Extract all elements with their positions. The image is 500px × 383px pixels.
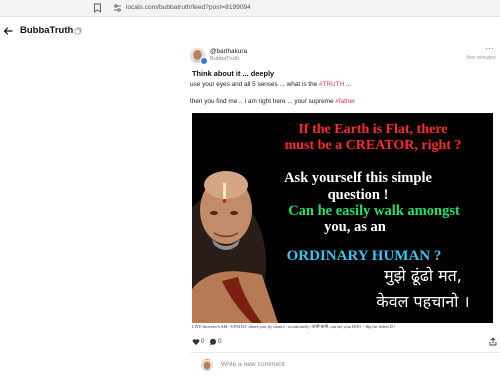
divider xyxy=(190,352,500,353)
comment-input[interactable]: Write a new comment xyxy=(221,360,285,370)
post-title: Think about it ... deeply xyxy=(192,69,275,78)
url-text[interactable]: locals.com/bubbatruth/feed?post=8199094 xyxy=(126,2,251,14)
post-timestamp: five minutes xyxy=(467,55,496,61)
heart-icon[interactable] xyxy=(192,338,200,346)
post-text: then you find me .. I am right here ... … xyxy=(190,98,336,105)
copy-link-icon[interactable] xyxy=(74,27,82,35)
image-question-3: Can he easily walk amongst xyxy=(288,203,460,219)
post-text: use your eyes and all 5 senses ... what … xyxy=(190,81,319,88)
post-card: @barthakura BubbaTruth ··· five minutes … xyxy=(188,44,500,383)
more-options-icon[interactable]: ··· xyxy=(485,45,495,53)
image-hindi-2: केवल पहचानो । xyxy=(376,292,470,311)
browser-address-bar: locals.com/bubbatruth/feed?post=8199094 xyxy=(0,0,500,17)
post-image[interactable]: If the Earth is Flat, there must be a CR… xyxy=(192,113,493,323)
bookmark-icon[interactable] xyxy=(93,3,102,13)
share-icon[interactable] xyxy=(489,337,497,346)
image-caption: LIVE between 6 AM - 6 PM IST where you, … xyxy=(192,323,493,330)
post-text-line-2: then you find me .. I am right here ... … xyxy=(190,97,355,106)
community-name[interactable]: BubbaTruth xyxy=(210,55,239,63)
like-count: 0 xyxy=(201,338,205,345)
hashtag-truth[interactable]: #TRUTH xyxy=(319,81,344,88)
page-title: BubbaTruth xyxy=(20,25,74,36)
comment-icon[interactable] xyxy=(209,338,217,346)
post-text: ... xyxy=(344,81,352,88)
image-headline-1: If the Earth is Flat, there xyxy=(298,122,448,137)
post-text-line-1: use your eyes and all 5 senses ... what … xyxy=(190,80,351,89)
site-settings-icon[interactable] xyxy=(113,3,122,13)
comment-count: 0 xyxy=(218,338,222,345)
user-avatar xyxy=(201,359,213,371)
comment-composer[interactable]: Write a new comment xyxy=(201,358,500,374)
image-question-5: ORDINARY HUMAN ? xyxy=(286,248,442,264)
image-headline-2: must be a CREATOR, right ? xyxy=(284,138,462,153)
image-question-2: question ! xyxy=(327,187,389,203)
image-question-1: Ask yourself this simple xyxy=(284,170,432,186)
verified-badge-icon xyxy=(200,57,208,65)
image-hindi-1: मुझे ढूंढो मत, xyxy=(384,266,462,285)
post-actions: 0 0 xyxy=(192,336,497,348)
hashtag-father[interactable]: #father xyxy=(335,98,355,105)
image-question-4: you, as an xyxy=(324,219,386,235)
back-arrow-icon[interactable] xyxy=(3,26,13,36)
